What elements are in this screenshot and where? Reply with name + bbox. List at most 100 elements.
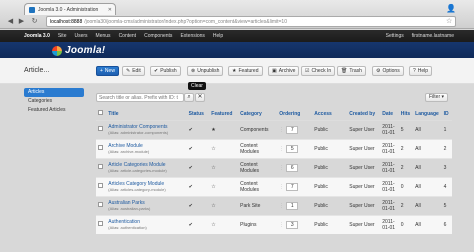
col-access[interactable]: Access bbox=[312, 108, 348, 121]
col-category[interactable]: Category bbox=[238, 108, 278, 121]
col-title[interactable]: Title bbox=[106, 108, 187, 121]
featured-toggle[interactable]: ☆ bbox=[209, 157, 239, 177]
status-toggle[interactable]: ✔ bbox=[186, 119, 210, 139]
drag-handle-icon[interactable]: ⋮ bbox=[279, 127, 284, 133]
clear-icon: ✕ bbox=[197, 94, 203, 100]
id-cell: 3 bbox=[441, 157, 452, 177]
featured-toggle[interactable]: ☆ bbox=[209, 214, 239, 234]
access-cell: Public bbox=[312, 195, 348, 215]
filter-toggle-button[interactable]: Filter ▾ bbox=[425, 93, 449, 102]
search-input[interactable] bbox=[96, 93, 184, 102]
table-row: Authentication (Alias: authentication) ✔ … bbox=[96, 214, 452, 234]
publish-button[interactable]: ✔ Publish bbox=[150, 66, 181, 76]
status-toggle[interactable]: ✔ bbox=[186, 176, 210, 196]
nav-users[interactable]: Users bbox=[74, 33, 87, 39]
archive-button[interactable]: ▣ Archive bbox=[268, 66, 300, 76]
featured-toggle[interactable]: ★ bbox=[209, 119, 239, 139]
sidebar: Articles Categories Featured Articles bbox=[24, 88, 84, 115]
access-cell: Public bbox=[312, 138, 348, 158]
row-checkbox[interactable] bbox=[98, 145, 103, 150]
sidebar-item-categories[interactable]: Categories bbox=[24, 97, 84, 106]
category-cell: Content Modules bbox=[238, 157, 278, 177]
ordering-input[interactable]: 7 bbox=[286, 125, 299, 134]
row-checkbox[interactable] bbox=[98, 202, 103, 207]
category-cell: Plugins bbox=[238, 214, 278, 234]
filter-label: Filter bbox=[429, 94, 441, 100]
search-submit-button[interactable]: ⌕ bbox=[184, 93, 194, 102]
col-id[interactable]: ID bbox=[441, 108, 452, 121]
id-cell: 1 bbox=[441, 119, 452, 139]
row-checkbox[interactable] bbox=[98, 126, 103, 131]
nav-site[interactable]: Site bbox=[58, 33, 67, 39]
unpublish-button[interactable]: ⊗ Unpublish bbox=[187, 66, 224, 76]
select-all-checkbox[interactable] bbox=[98, 110, 103, 116]
clear-search-button[interactable]: ✕ bbox=[195, 93, 205, 102]
joomla-logo-icon bbox=[52, 45, 62, 56]
sidebar-item-featured-articles[interactable]: Featured Articles bbox=[24, 106, 84, 115]
col-date[interactable]: Date bbox=[380, 108, 399, 121]
nav-settings[interactable]: Settings bbox=[386, 33, 404, 39]
featured-toggle[interactable]: ☆ bbox=[209, 176, 239, 196]
col-language[interactable]: Language bbox=[413, 108, 442, 121]
drag-handle-icon[interactable]: ⋮ bbox=[279, 146, 284, 152]
ordering-input[interactable]: 6 bbox=[286, 163, 299, 172]
options-button[interactable]: ⚙ Options bbox=[372, 66, 404, 76]
drag-handle-icon[interactable]: ⋮ bbox=[279, 222, 284, 228]
col-ordering[interactable]: Ordering bbox=[277, 108, 313, 121]
status-toggle[interactable]: ✔ bbox=[186, 195, 210, 215]
sidebar-item-articles[interactable]: Articles bbox=[24, 88, 84, 97]
ordering-input[interactable]: 7 bbox=[286, 182, 299, 191]
close-tab-icon[interactable]: ✕ bbox=[108, 7, 112, 13]
drag-handle-icon[interactable]: ⋮ bbox=[279, 165, 284, 171]
row-checkbox[interactable] bbox=[98, 183, 103, 188]
options-label: Options bbox=[382, 68, 400, 74]
help-button[interactable]: ? Help bbox=[409, 66, 433, 76]
drag-handle-icon[interactable]: ⋮ bbox=[279, 203, 284, 209]
nav-extensions[interactable]: Extensions bbox=[180, 33, 204, 39]
nav-content[interactable]: Content bbox=[119, 33, 137, 39]
trash-button[interactable]: 🗑 Trash bbox=[337, 66, 366, 76]
row-checkbox[interactable] bbox=[98, 221, 103, 227]
featured-toggle[interactable]: ☆ bbox=[209, 138, 239, 158]
col-status[interactable]: Status bbox=[186, 108, 210, 121]
nav-components[interactable]: Components bbox=[144, 33, 172, 39]
status-toggle[interactable]: ✔ bbox=[186, 214, 210, 234]
col-hits[interactable]: Hits bbox=[398, 108, 414, 121]
profile-icon[interactable]: 👤 bbox=[446, 4, 456, 13]
nav-user-menu[interactable]: firstname.lastname bbox=[412, 33, 454, 39]
featured-button[interactable]: ★ Featured bbox=[228, 66, 263, 76]
forward-icon[interactable]: ▶ bbox=[17, 17, 26, 26]
drag-handle-icon[interactable]: ⋮ bbox=[279, 184, 284, 190]
table-row: Australian Parks (Alias: australian-parks… bbox=[96, 195, 452, 215]
ordering-input[interactable]: 1 bbox=[286, 201, 299, 210]
brand-link[interactable]: Joomla 3.0 bbox=[24, 33, 50, 39]
select-all-header[interactable] bbox=[96, 108, 107, 121]
ordering-input[interactable]: 3 bbox=[286, 220, 299, 229]
nav-menus[interactable]: Menus bbox=[96, 33, 111, 39]
edit-button[interactable]: ✎ Edit bbox=[122, 66, 145, 76]
table-row: Archive Module (Alias: archive-module) ✔ … bbox=[96, 138, 452, 158]
row-checkbox[interactable] bbox=[98, 164, 103, 169]
back-icon[interactable]: ◀ bbox=[6, 17, 15, 26]
status-toggle[interactable]: ✔ bbox=[186, 157, 210, 177]
featured-toggle[interactable]: ☆ bbox=[209, 195, 239, 215]
hits-cell: 2 bbox=[398, 157, 414, 177]
new-button[interactable]: + New bbox=[96, 66, 119, 76]
bookmark-star-icon[interactable]: ☆ bbox=[446, 17, 452, 25]
browser-tab[interactable]: Joomla 3.0 - Administration ✕ bbox=[24, 3, 116, 15]
url-host: localhost:8888 bbox=[50, 18, 83, 25]
ordering-input[interactable]: 5 bbox=[286, 144, 299, 153]
col-created-by[interactable]: Created by bbox=[347, 108, 381, 121]
created-by-cell: Super User bbox=[347, 214, 381, 234]
access-cell: Public bbox=[312, 157, 348, 177]
nav-help[interactable]: Help bbox=[213, 33, 223, 39]
category-cell: Content Modules bbox=[238, 176, 278, 196]
id-cell: 6 bbox=[441, 214, 452, 234]
joomla-logo: Joomla! bbox=[52, 45, 105, 56]
address-bar[interactable]: localhost:8888/joomla30/joomla-cms/admin… bbox=[46, 16, 456, 27]
status-toggle[interactable]: ✔ bbox=[186, 138, 210, 158]
checkin-button[interactable]: ☑ Check In bbox=[301, 66, 336, 76]
reload-icon[interactable]: ↻ bbox=[30, 17, 39, 26]
category-cell: Park Site bbox=[238, 195, 278, 215]
col-featured[interactable]: Featured bbox=[209, 108, 239, 121]
